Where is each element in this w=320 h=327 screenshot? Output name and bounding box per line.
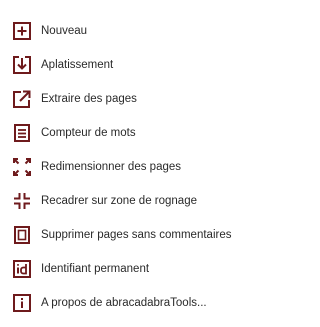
expand-icon xyxy=(12,157,32,177)
menu-item-aplatissement[interactable]: Aplatissement xyxy=(0,55,243,89)
menu-item-label: Aplatissement xyxy=(41,59,114,71)
menu-item-identifiant-permanent[interactable]: Identifiant permanent xyxy=(0,259,243,293)
menu-item-label: Supprimer pages sans commentaires xyxy=(41,229,232,241)
menu-item-extraire-des-pages[interactable]: Extraire des pages xyxy=(0,89,243,123)
crop-collapse-icon xyxy=(12,191,32,211)
external-link-icon xyxy=(12,89,32,109)
menu-item-label: Nouveau xyxy=(41,25,88,37)
menu-item-recadrer-sur-zone-de-rognage[interactable]: Recadrer sur zone de rognage xyxy=(0,191,243,225)
plus-square-icon xyxy=(12,21,32,41)
delete-page-icon xyxy=(12,225,32,245)
menu-item-label: Compteur de mots xyxy=(41,127,136,139)
menu-item-compteur-de-mots[interactable]: Compteur de mots xyxy=(0,123,243,157)
menu-item-label: A propos de abracadabraTools... xyxy=(41,297,207,309)
menu-item-label: Recadrer sur zone de rognage xyxy=(41,195,197,207)
flatten-download-icon xyxy=(12,55,32,75)
menu-item-a-propos[interactable]: A propos de abracadabraTools... xyxy=(0,293,243,327)
menu-item-label: Extraire des pages xyxy=(41,93,137,105)
menu-item-nouveau[interactable]: Nouveau xyxy=(0,21,243,55)
word-count-icon xyxy=(12,123,32,143)
menu-item-label: Redimensionner des pages xyxy=(41,161,182,173)
info-icon xyxy=(12,293,32,313)
menu-item-label: Identifiant permanent xyxy=(41,263,150,275)
menu-item-redimensionner-des-pages[interactable]: Redimensionner des pages xyxy=(0,157,243,191)
menu-item-supprimer-pages-sans-commentaires[interactable]: Supprimer pages sans commentaires xyxy=(0,225,243,259)
id-badge-icon xyxy=(12,259,32,279)
tools-menu: Nouveau Aplatissement Extraire des pages xyxy=(0,0,243,327)
